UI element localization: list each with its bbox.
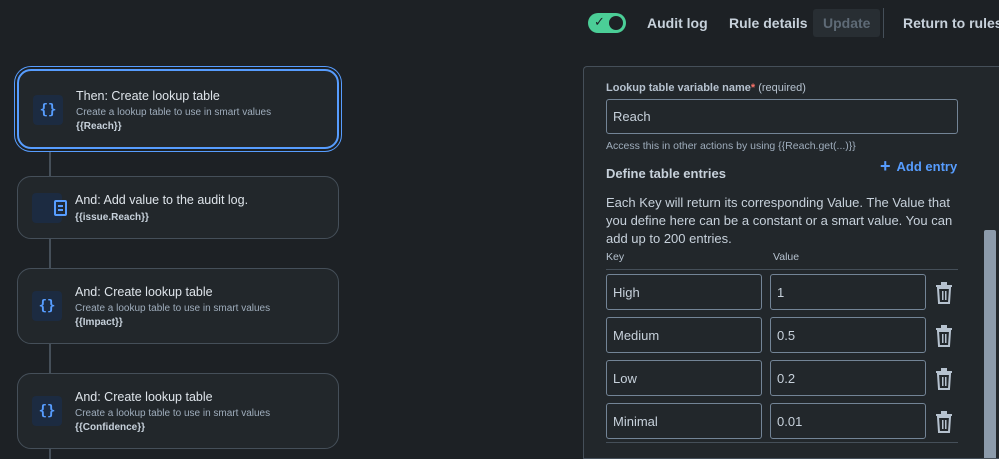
key-input[interactable] [606, 403, 762, 439]
key-input[interactable] [606, 360, 762, 396]
key-input[interactable] [606, 317, 762, 353]
table-row [606, 274, 966, 311]
trash-icon[interactable] [934, 325, 954, 347]
table-row [606, 360, 966, 397]
braces-icon: {} [32, 291, 62, 321]
return-to-rules-button[interactable]: Return to rules [903, 11, 999, 35]
panel-scrollbar[interactable] [984, 230, 996, 458]
toolbar-divider [883, 8, 884, 38]
trash-icon[interactable] [934, 411, 954, 433]
card-description: Create a lookup table to use in smart va… [75, 303, 271, 314]
card-variable: {{issue.Reach}} [75, 212, 149, 223]
add-entry-button[interactable]: + Add entry [880, 156, 957, 177]
required-text: (required) [758, 82, 806, 94]
section-title: Define table entries [606, 166, 726, 181]
rule-details-button[interactable]: Rule details [729, 11, 808, 35]
card-variable: {{Impact}} [75, 317, 123, 328]
update-button[interactable]: Update [813, 9, 881, 37]
required-star: * [750, 82, 756, 94]
column-header-value: Value [773, 251, 800, 263]
helper-text: Access this in other actions by using {{… [606, 140, 856, 152]
table-bottom-divider [606, 442, 958, 443]
top-toolbar: ✓ Audit log Rule details Update Return t… [0, 0, 999, 46]
variable-name-label: Lookup table variable name* (required) [606, 82, 806, 94]
card-title: And: Create lookup table [75, 285, 213, 299]
key-input[interactable] [606, 274, 762, 310]
value-input[interactable] [770, 360, 926, 396]
flow-card-create-lookup-reach[interactable]: {} Then: Create lookup table Create a lo… [17, 69, 339, 149]
card-variable: {{Confidence}} [75, 422, 146, 433]
braces-icon: {} [32, 396, 62, 426]
card-description: Create a lookup table to use in smart va… [76, 107, 272, 118]
section-description: Each Key will return its corresponding V… [606, 195, 953, 246]
flow-card-create-lookup-confidence[interactable]: {} And: Create lookup table Create a loo… [17, 373, 339, 449]
plus-icon: + [880, 156, 891, 176]
table-row [606, 403, 966, 440]
trash-icon[interactable] [934, 368, 954, 390]
audit-log-button[interactable]: Audit log [647, 11, 708, 35]
card-description: Create a lookup table to use in smart va… [75, 408, 271, 419]
card-variable: {{Reach}} [76, 121, 122, 132]
variable-name-input[interactable] [606, 99, 958, 134]
flow-card-create-lookup-impact[interactable]: {} And: Create lookup table Create a loo… [17, 268, 339, 344]
value-input[interactable] [770, 403, 926, 439]
card-title: And: Add value to the audit log. [75, 193, 249, 207]
column-header-key: Key [606, 251, 625, 263]
trash-icon[interactable] [934, 282, 954, 304]
toggle-knob [609, 16, 623, 30]
check-icon: ✓ [594, 14, 605, 29]
card-title: And: Create lookup table [75, 390, 213, 404]
braces-icon: {} [33, 95, 63, 125]
flow-card-audit-log[interactable]: And: Add value to the audit log. {{issue… [17, 176, 339, 239]
value-input[interactable] [770, 274, 926, 310]
rule-enabled-toggle[interactable]: ✓ [588, 13, 626, 33]
document-icon [32, 193, 67, 223]
lookup-table-config-panel: Lookup table variable name* (required) A… [583, 66, 999, 459]
value-input[interactable] [770, 317, 926, 353]
table-row [606, 317, 966, 354]
card-title: Then: Create lookup table [76, 89, 220, 103]
header-divider [606, 269, 958, 270]
